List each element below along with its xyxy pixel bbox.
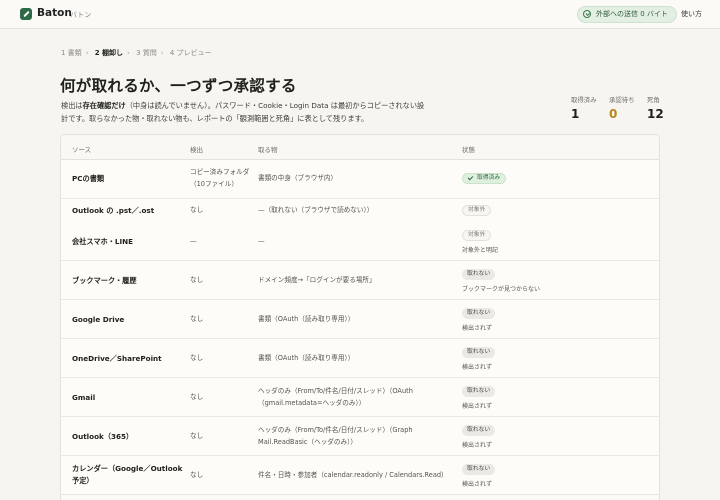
source-name: 会社スマホ・LINE [72,237,134,246]
table-header: ソース 検出 取る物 状態 [61,135,659,160]
detect-value: — [190,237,197,245]
stat-label: 死角 [647,96,660,104]
outbound-status-pill: 外部への送信 0 バイト [577,6,677,23]
status-badge: 取れない [462,425,496,436]
table-row[interactable]: カレンダー（Google／Outlook 予定） なし 件名・日時・参加者（ca… [61,456,659,495]
stat-label: 取得済み [571,96,597,104]
table-row[interactable]: PCの書類 コピー済みフォルダ（10ファイル） 書類の中身（ブラウザ内） 取得済… [61,160,659,199]
stat-value: 0 [609,107,618,121]
column-header-source: ソース [72,146,92,154]
breadcrumb-separator: › [85,49,89,57]
detect-value: なし [190,393,204,401]
top-bar: Baton バトン 外部への送信 0 バイト 使い方 [0,0,720,29]
status-note: 対象外と明記 [462,247,499,254]
breadcrumb-step-documents[interactable]: 1 書類 [61,49,82,57]
status-badge: 取れない [462,464,496,475]
take-value: ヘッダのみ（From/To/件名/日付/スレッド）（OAuth（gmail.me… [258,387,413,407]
source-name: Google Drive [72,315,125,324]
status-badge: 取れない [462,386,496,397]
desc-bold: 存在確認だけ [82,101,126,110]
table-row[interactable]: 会社スマホ・LINE — — 対象外 対象外と明記 [61,222,659,261]
status-badge: 取れない [462,308,496,319]
stat-pending: 承認待ち 0 [609,95,635,121]
detect-value: なし [190,432,204,440]
take-value: 書類の中身（ブラウザ内） [258,174,338,182]
source-name: ブックマーク・履歴 [72,276,137,285]
source-name: PCの書類 [72,174,105,183]
table-row[interactable]: Google Drive なし 書類（OAuth（読み取り専用）） 取れない 検… [61,300,659,339]
breadcrumb-step-questions[interactable]: 3 質問 [136,49,157,57]
take-value: ドメイン頻度→「ログインが要る場所」 [258,276,376,284]
status-note: 検出されず [462,364,493,371]
breadcrumb-step-preview[interactable]: 4 プレビュー [170,49,212,57]
source-name: OneDrive／SharePoint [72,354,162,363]
detect-value: なし [190,315,204,323]
column-header-detect: 検出 [190,146,203,154]
column-header-take: 取る物 [258,146,278,154]
help-link[interactable]: 使い方 [681,9,702,19]
detect-value: なし [190,471,204,479]
table-row[interactable]: Gmail なし ヘッダのみ（From/To/件名/日付/スレッド）（OAuth… [61,378,659,417]
status-badge: 対象外 [462,205,492,216]
status-badge: 取れない [462,269,496,280]
source-name: Gmail [72,393,96,402]
outbound-status-text: 外部への送信 0 バイト [596,10,668,18]
baton-logo-icon [20,8,32,20]
take-value: — [258,237,265,245]
page-description: 検出は存在確認だけ（中身は読んでいません）。パスワード・Cookie・Login… [61,100,431,125]
source-name: カレンダー（Google／Outlook 予定） [72,464,183,485]
desc-part1: 検出は [61,101,83,110]
table-row[interactable]: OneDrive／SharePoint なし 書類（OAuth（読み取り専用））… [61,339,659,378]
take-value: 書類（OAuth（読み取り専用）） [258,315,355,323]
inventory-table: ソース 検出 取る物 状態 PCの書類 コピー済みフォルダ（10ファイル） 書類… [60,134,660,500]
take-value: 書類（OAuth（読み取り専用）） [258,354,355,362]
status-badge: 対象外 [462,230,492,241]
stat-blindspots: 死角 12 [647,95,664,121]
status-badge: 取得済み [462,173,507,184]
detect-value: なし [190,206,204,214]
stat-value: 1 [571,107,580,121]
detect-value: なし [190,276,204,284]
detect-value: コピー済みフォルダ（10ファイル） [190,168,250,188]
status-badge: 取れない [462,347,496,358]
source-name: Outlook（365） [72,432,134,441]
detect-value: なし [190,354,204,362]
status-note: 検出されず [462,403,493,410]
breadcrumb: 1 書類 › 2 棚卸し › 3 質問 › 4 プレビュー [61,48,215,58]
take-value: ヘッダのみ（From/To/件名/日付/スレッド）（Graph Mail.Rea… [258,426,413,446]
check-circle-icon [583,10,591,18]
stat-acquired: 取得済み 1 [571,95,597,121]
table-row[interactable]: ブックマーク・履歴 なし ドメイン頻度→「ログインが要る場所」 取れない ブック… [61,261,659,300]
app-subtitle: バトン [70,11,92,19]
take-value: 件名・日時・参加者（calendar.readonly / Calendars.… [258,471,448,479]
status-note: 検出されず [462,325,493,332]
status-note: 検出されず [462,442,493,449]
status-note: 検出されず [462,481,493,488]
breadcrumb-step-inventory[interactable]: 2 棚卸し [95,49,123,57]
column-header-status: 状態 [462,146,475,154]
source-name: Outlook の .pst／.ost [72,206,155,215]
page-title: 何が取れるか、一つずつ承認する [60,77,297,95]
breadcrumb-separator: › [127,49,130,57]
take-value: —（取れない（ブラウザで読めない）） [258,206,374,214]
status-note: ブックマークが見つからない [462,286,541,293]
table-row[interactable]: Outlook（365） なし ヘッダのみ（From/To/件名/日付/スレッド… [61,417,659,456]
app-name: Baton [37,7,72,19]
breadcrumb-separator: › [160,49,164,57]
stat-label: 承認待ち [609,96,635,104]
stat-value: 12 [647,107,664,121]
